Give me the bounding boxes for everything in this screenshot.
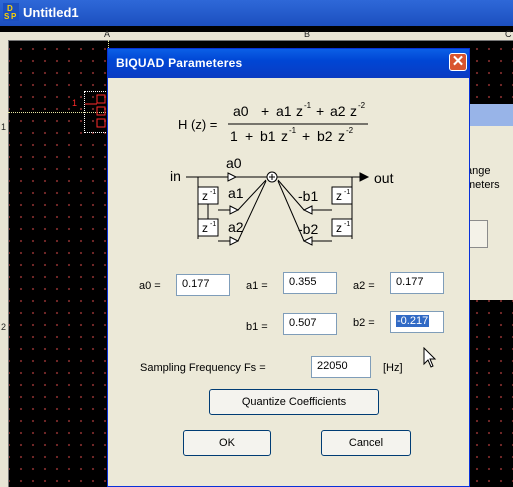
a0-value: 0.177: [182, 278, 210, 290]
denominator-b2: b2: [317, 128, 333, 144]
b2-value: -0.217: [396, 315, 430, 327]
column-label: A: [104, 29, 111, 39]
background-dialog-title: [470, 104, 513, 126]
biquad-dialog: BIQUAD Parameteres ✕ H (z) = a0 + a1 z -…: [107, 48, 470, 487]
numerator-a1: a1: [276, 103, 292, 119]
svg-text:S: S: [4, 12, 10, 21]
delay-exp: -1: [344, 221, 350, 228]
b2-field[interactable]: -0.217: [390, 311, 444, 333]
app-title: Untitled1: [23, 5, 79, 20]
delay-exp: -1: [210, 189, 216, 196]
background-dialog: ange meters: [466, 104, 513, 300]
a0-field[interactable]: 0.177: [176, 274, 230, 296]
numerator-a2: a2: [330, 103, 346, 119]
delay-exp: -1: [344, 189, 350, 196]
a2-value: 0.177: [396, 276, 424, 288]
background-text-line: ange: [466, 165, 491, 177]
column-label: C: [505, 29, 512, 39]
mouse-pointer-icon: [423, 347, 437, 368]
b2-label: b2 =: [353, 317, 375, 329]
delay-z: z: [336, 221, 342, 235]
fs-value: 22050: [317, 360, 348, 372]
a1-label: a1 =: [246, 280, 268, 292]
numerator-exp1: -1: [304, 101, 312, 110]
svg-text:+: +: [302, 128, 310, 144]
biquad-block-diagram: in out a0 a1 a2 -b1 -b2 z -1 z -1 z -1 z…: [170, 155, 394, 246]
fs-label: Sampling Frequency Fs =: [140, 362, 266, 374]
svg-text:+: +: [316, 103, 324, 119]
biquad-block[interactable]: [84, 91, 108, 133]
formula-lhs: H (z) =: [178, 117, 217, 132]
a1-value: 0.355: [289, 276, 317, 288]
dsp-app-icon[interactable]: D S P: [3, 3, 19, 21]
denominator-exp1: -1: [289, 126, 297, 135]
denominator-b1: b1: [260, 128, 276, 144]
delay-z: z: [202, 221, 208, 235]
denominator-z1: z: [281, 128, 288, 144]
column-ruler: A B C: [0, 29, 513, 41]
app-title-bar[interactable]: D S P Untitled1: [0, 0, 513, 26]
fs-field[interactable]: 22050: [311, 356, 371, 378]
b1-value: 0.507: [289, 317, 317, 329]
delay-z: z: [336, 189, 342, 203]
denominator-z2: z: [338, 128, 345, 144]
column-label: B: [304, 29, 311, 39]
row-label: 2: [1, 322, 7, 332]
background-dialog-text: ange meters: [466, 164, 500, 192]
delay-exp: -1: [210, 221, 216, 228]
svg-text:P: P: [11, 12, 17, 21]
b1-label: b1 =: [246, 321, 268, 333]
diagram-a1-label: a1: [228, 185, 244, 201]
delay-z: z: [202, 189, 208, 203]
a0-label: a0 =: [139, 280, 161, 292]
transfer-function-formula: H (z) = a0 + a1 z -1 + a2 z -2 1 + b1 z …: [170, 101, 394, 246]
ok-button[interactable]: OK: [183, 430, 271, 456]
quantize-coefficients-button[interactable]: Quantize Coefficients: [209, 389, 379, 415]
diagram-in-label: in: [170, 168, 181, 184]
a2-field[interactable]: 0.177: [390, 272, 444, 294]
numerator-z1: z: [296, 103, 303, 119]
svg-text:+: +: [261, 103, 269, 119]
b1-field[interactable]: 0.507: [283, 313, 337, 335]
pin-label: 1: [72, 98, 78, 108]
numerator-exp2: -2: [358, 101, 366, 110]
numerator-z2: z: [350, 103, 357, 119]
row-label: 1: [1, 122, 7, 132]
a1-field[interactable]: 0.355: [283, 272, 337, 294]
fs-unit: [Hz]: [383, 362, 403, 374]
svg-text:+: +: [245, 128, 253, 144]
row-ruler: 1 2: [0, 40, 9, 487]
a2-label: a2 =: [353, 280, 375, 292]
diagram-a0-label: a0: [226, 155, 242, 171]
denominator-one: 1: [230, 128, 238, 144]
cancel-button[interactable]: Cancel: [321, 430, 411, 456]
diagram-b1-label: -b1: [298, 188, 318, 204]
diagram-out-label: out: [374, 170, 394, 186]
denominator-exp2: -2: [346, 126, 354, 135]
background-text-line: meters: [466, 179, 500, 191]
numerator-a0: a0: [233, 103, 249, 119]
